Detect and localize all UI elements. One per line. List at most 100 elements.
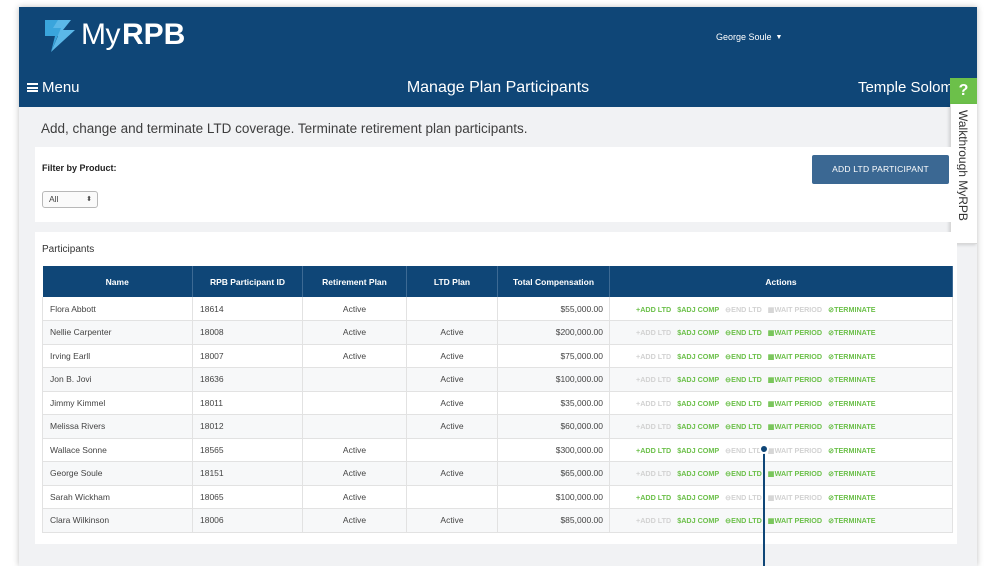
wait-period-action[interactable]: ▦WAIT PERIOD (768, 328, 822, 337)
end-ltd-action: ⊖END LTD (725, 492, 762, 502)
add-ltd-action: +ADD LTD (636, 516, 672, 526)
terminate-action[interactable]: ⊘TERMINATE (828, 516, 875, 525)
add-ltd-action: +ADD LTD (636, 398, 672, 408)
user-name: George Soule (716, 32, 772, 42)
adjust-comp-action[interactable]: $ADJ COMP (677, 493, 719, 502)
column-header-participant-id[interactable]: RPB Participant ID (192, 266, 303, 297)
terminate-action[interactable]: ⊘TERMINATE (828, 469, 875, 478)
participant-name: Irving Earll (42, 344, 193, 368)
logo-my-text: My (81, 18, 121, 51)
wait-period-action[interactable]: ▦WAIT PERIOD (768, 375, 822, 384)
column-header-retirement-plan[interactable]: Retirement Plan (302, 266, 407, 297)
adjust-comp-action[interactable]: $ADJ COMP (677, 422, 719, 431)
terminate-action[interactable]: ⊘TERMINATE (828, 422, 875, 431)
participant-id: 18614 (192, 297, 303, 321)
total-compensation: $35,000.00 (497, 391, 610, 415)
filter-panel: Filter by Product: All ⬍ ADD LTD PARTICI… (35, 147, 957, 222)
add-ltd-participant-button[interactable]: ADD LTD PARTICIPANT (812, 155, 949, 184)
total-compensation: $200,000.00 (497, 320, 610, 345)
add-ltd-action: +ADD LTD (636, 375, 672, 385)
column-header-ltd-plan[interactable]: LTD Plan (406, 266, 498, 297)
adjust-comp-action[interactable]: $ADJ COMP (677, 305, 719, 314)
end-ltd-action[interactable]: ⊖END LTD (725, 375, 762, 384)
intro-text: Add, change and terminate LTD coverage. … (41, 121, 528, 136)
row-actions: +ADD LTD $ADJ COMP ⊖END LTD ▦WAIT PERIOD ⊘TE… (609, 461, 953, 486)
row-actions: +ADD LTD $ADJ COMP ⊖END LTD ▦WAIT PERIOD ⊘TE… (609, 344, 953, 368)
total-compensation: $60,000.00 (497, 414, 610, 439)
help-tab[interactable]: ? (950, 78, 977, 104)
adjust-comp-action[interactable]: $ADJ COMP (677, 469, 719, 478)
wait-period-action: ▦WAIT PERIOD (767, 492, 823, 502)
end-ltd-action[interactable]: ⊖END LTD (725, 469, 762, 478)
rpb-star-icon (45, 20, 75, 52)
add-ltd-action[interactable]: +ADD LTD (636, 446, 671, 455)
participant-id: 18151 (192, 461, 303, 486)
wait-period-action[interactable]: ▦WAIT PERIOD (768, 516, 822, 525)
participant-id: 18565 (192, 438, 303, 462)
participants-title: Participants (42, 244, 95, 255)
adjust-comp-action[interactable]: $ADJ COMP (677, 352, 719, 361)
end-ltd-action[interactable]: ⊖END LTD (725, 422, 762, 431)
terminate-action[interactable]: ⊘TERMINATE (828, 352, 875, 361)
product-filter-select[interactable]: All ⬍ (42, 191, 98, 208)
column-header-name[interactable]: Name (42, 266, 193, 297)
retirement-plan-status: Active (302, 438, 407, 462)
retirement-plan-status (302, 367, 407, 392)
retirement-plan-status: Active (302, 297, 407, 321)
participants-panel: Participants Name RPB Participant ID Ret… (35, 232, 957, 544)
table-row: Jimmy Kimmel 18011 Active $35,000.00 +ADD LT… (42, 391, 953, 415)
table-row: Sarah Wickham 18065 Active $100,000.00 +ADD … (42, 485, 953, 509)
wait-period-action[interactable]: ▦WAIT PERIOD (768, 399, 822, 408)
retirement-plan-status (302, 414, 407, 439)
adjust-comp-action[interactable]: $ADJ COMP (677, 446, 719, 455)
retirement-plan-status: Active (302, 320, 407, 345)
logo[interactable]: My RPB (41, 15, 185, 55)
terminate-action[interactable]: ⊘TERMINATE (828, 446, 875, 455)
total-compensation: $100,000.00 (497, 367, 610, 392)
table-row: Clara Wilkinson 18006 Active Active $85,000.… (42, 508, 953, 533)
terminate-action[interactable]: ⊘TERMINATE (828, 375, 875, 384)
table-row: George Soule 18151 Active Active $65,000.00 +… (42, 461, 953, 486)
adjust-comp-action[interactable]: $ADJ COMP (677, 516, 719, 525)
ltd-plan-status: Active (406, 344, 498, 368)
row-actions: +ADD LTD $ADJ COMP ⊖END LTD ▦WAIT PERIOD ⊘TE… (609, 414, 953, 439)
row-actions: +ADD LTD $ADJ COMP ⊖END LTD ▦WAIT PERIOD ⊘TE… (609, 438, 953, 462)
terminate-action[interactable]: ⊘TERMINATE (828, 305, 875, 314)
adjust-comp-action[interactable]: $ADJ COMP (677, 328, 719, 337)
adjust-comp-action[interactable]: $ADJ COMP (677, 399, 719, 408)
participant-id: 18011 (192, 391, 303, 415)
end-ltd-action[interactable]: ⊖END LTD (725, 328, 762, 337)
end-ltd-action[interactable]: ⊖END LTD (725, 352, 762, 361)
column-header-total-compensation[interactable]: Total Compensation (497, 266, 610, 297)
wait-period-action[interactable]: ▦WAIT PERIOD (768, 469, 822, 478)
participant-id: 18006 (192, 508, 303, 533)
ltd-plan-status (406, 297, 498, 321)
adjust-comp-action[interactable]: $ADJ COMP (677, 375, 719, 384)
end-ltd-action[interactable]: ⊖END LTD (725, 399, 762, 408)
wait-period-action[interactable]: ▦WAIT PERIOD (768, 352, 822, 361)
table-row: Jon B. Jovi 18636 Active $100,000.00 +ADD LT… (42, 367, 953, 392)
wait-period-action[interactable]: ▦WAIT PERIOD (768, 422, 822, 431)
participant-name: Flora Abbott (42, 297, 193, 321)
end-ltd-action: ⊖END LTD (725, 304, 762, 314)
app-window: My RPB George Soule ▼ Menu Manage Plan P… (19, 7, 977, 566)
end-ltd-action[interactable]: ⊖END LTD (725, 516, 762, 525)
total-compensation: $75,000.00 (497, 344, 610, 368)
add-ltd-action: +ADD LTD (636, 469, 672, 479)
terminate-action[interactable]: ⊘TERMINATE (828, 328, 875, 337)
user-menu[interactable]: George Soule ▼ (716, 32, 782, 42)
terminate-action[interactable]: ⊘TERMINATE (828, 493, 875, 502)
add-ltd-action: +ADD LTD (636, 328, 672, 338)
ltd-plan-status: Active (406, 391, 498, 415)
ltd-plan-status: Active (406, 320, 498, 345)
terminate-action[interactable]: ⊘TERMINATE (828, 399, 875, 408)
participant-name: Jon B. Jovi (42, 367, 193, 392)
add-ltd-action[interactable]: +ADD LTD (636, 305, 671, 314)
table-row: Irving Earll 18007 Active Active $75,000.00 +… (42, 344, 953, 368)
add-ltd-action[interactable]: +ADD LTD (636, 493, 671, 502)
ltd-plan-status: Active (406, 508, 498, 533)
participant-id: 18008 (192, 320, 303, 345)
table-row: Wallace Sonne 18565 Active $300,000.00 +ADD … (42, 438, 953, 462)
retirement-plan-status: Active (302, 485, 407, 509)
organization-name: Temple Solom (857, 79, 953, 96)
